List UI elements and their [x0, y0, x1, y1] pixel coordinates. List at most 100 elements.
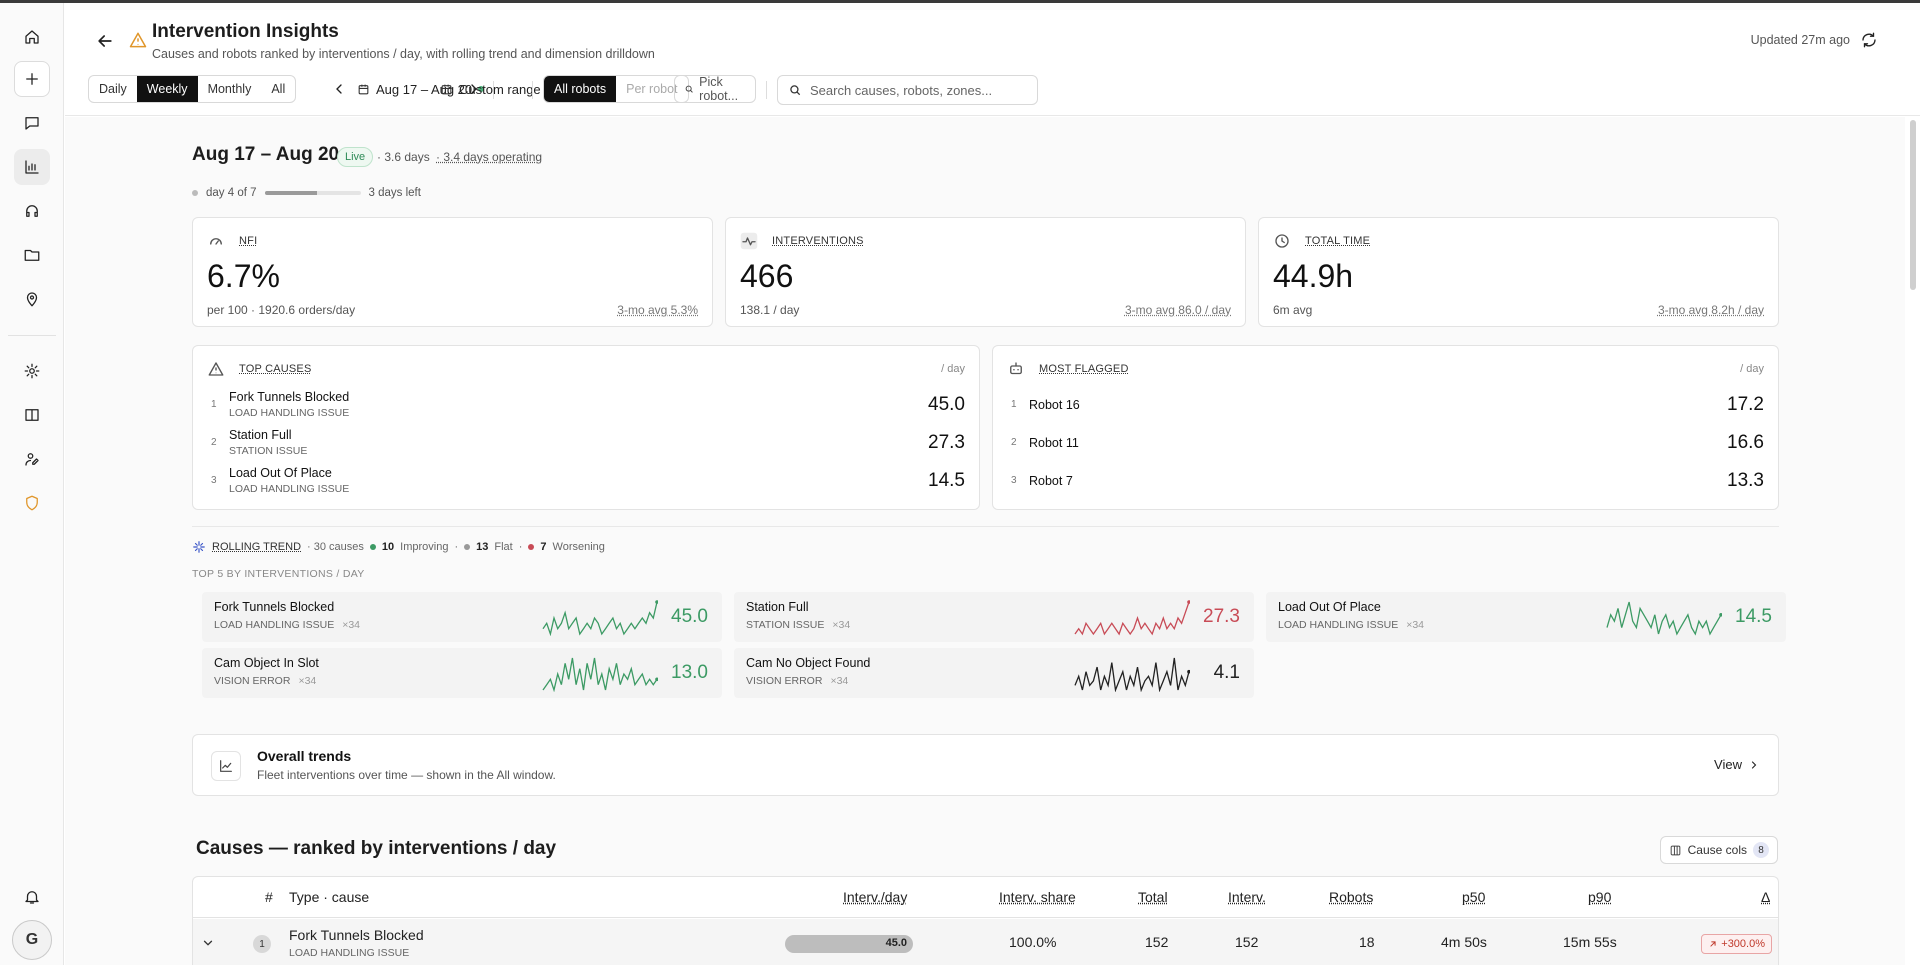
col-delta[interactable]: Δ — [1761, 889, 1770, 905]
list-value: 17.2 — [1727, 394, 1764, 415]
list-value: 14.5 — [928, 470, 965, 491]
insights-icon[interactable] — [14, 149, 50, 185]
trend-value: 27.3 — [1203, 606, 1240, 627]
table-row[interactable]: 1 Fork Tunnels Blocked LOAD HANDLING ISS… — [193, 919, 1778, 965]
range-title: Aug 17 – Aug 20 — [192, 144, 340, 165]
sparkline-line — [1074, 601, 1190, 636]
trend-name: Fork Tunnels Blocked — [214, 600, 335, 614]
col-total[interactable]: Total — [1138, 889, 1168, 905]
trend-count: ×34 — [830, 675, 849, 687]
top-causes-label: TOP CAUSES — [239, 363, 312, 375]
period-weekly[interactable]: Weekly — [136, 76, 198, 102]
pick-robot-label: Pick robot... — [699, 75, 739, 103]
period-selector: Daily Weekly Monthly All — [88, 75, 297, 103]
trend-type-label: VISION ERROR — [746, 675, 823, 687]
list-value: 13.3 — [1727, 470, 1764, 491]
trend-name: Load Out Of Place — [1278, 600, 1381, 614]
col-p50[interactable]: p50 — [1462, 889, 1485, 905]
cause-cols-button[interactable]: Cause cols 8 — [1659, 836, 1778, 864]
trend-type: VISION ERROR ×34 — [214, 675, 316, 687]
col-interv[interactable]: Interv. — [1228, 889, 1266, 905]
pick-robot-button[interactable]: Pick robot... — [674, 75, 756, 103]
row-total: 152 — [1145, 934, 1169, 950]
col-type-cause[interactable]: Type · cause — [289, 889, 369, 905]
search-input[interactable] — [810, 82, 1030, 98]
overall-trends-title: Overall trends — [257, 748, 352, 764]
stat-card-total-time: TOTAL TIME 44.9h 6m avg 3-mo avg 8.2h / … — [1258, 217, 1779, 327]
all-robots-tab[interactable]: All robots — [544, 76, 617, 102]
list-value: 45.0 — [928, 394, 965, 415]
add-icon[interactable] — [14, 61, 50, 97]
col-robots[interactable]: Robots — [1329, 889, 1373, 905]
trend-count: ×34 — [298, 675, 317, 687]
user-pen-icon[interactable] — [14, 441, 50, 477]
causes-table: # Type · cause Interv./day Interv. share… — [192, 876, 1779, 965]
col-p90[interactable]: p90 — [1588, 889, 1611, 905]
period-progress: day 4 of 7 3 days left — [192, 187, 421, 199]
col-interv-day[interactable]: Interv./day — [843, 889, 907, 905]
top-causes-unit: / day — [941, 363, 965, 375]
robot-mode-selector: All robots Per robot — [543, 75, 689, 103]
trend-card[interactable]: Load Out Of Place LOAD HANDLING ISSUE ×34 1… — [1266, 592, 1786, 642]
shield-icon[interactable] — [14, 485, 50, 521]
sparkline — [1074, 600, 1190, 636]
columns-icon — [1670, 845, 1680, 855]
bell-icon[interactable] — [14, 879, 50, 915]
trend-type: LOAD HANDLING ISSUE ×34 — [1278, 619, 1424, 631]
stat-label: INTERVENTIONS — [772, 235, 864, 247]
gear-icon[interactable] — [14, 353, 50, 389]
cause-cols-count: 8 — [1753, 842, 1769, 858]
scrollbar[interactable] — [1910, 120, 1916, 290]
flat-dot — [464, 544, 471, 550]
interv-day-value: 45.0 — [885, 937, 907, 949]
improving-dot — [369, 544, 376, 550]
list-name: Robot 16 — [1029, 398, 1080, 412]
overall-trends-card[interactable]: Overall trends Fleet interventions over … — [192, 734, 1779, 796]
row-rank: 1 — [253, 935, 271, 953]
list-name: Robot 11 — [1029, 436, 1079, 450]
trend-value: 13.0 — [671, 662, 708, 683]
sparkles-icon — [193, 541, 205, 553]
sparkline — [1074, 657, 1190, 692]
worsening-label: Worsening — [552, 541, 605, 553]
chat-icon[interactable] — [14, 105, 50, 141]
trend-type-label: LOAD HANDLING ISSUE — [1278, 619, 1399, 631]
cause-cols-label: Cause cols — [1687, 843, 1747, 857]
warning-icon — [208, 362, 224, 376]
period-daily[interactable]: Daily — [89, 76, 137, 102]
trend-type: VISION ERROR ×34 — [746, 675, 848, 687]
prev-range-icon[interactable] — [331, 81, 347, 97]
home-icon[interactable] — [14, 19, 50, 55]
flat-label: Flat — [494, 541, 513, 553]
location-icon[interactable] — [14, 281, 50, 317]
headset-icon[interactable] — [14, 193, 50, 229]
stat-card-nfi: NFI 6.7% per 100 · 1920.6 orders/day 3-m… — [192, 217, 713, 327]
period-all[interactable]: All — [261, 76, 295, 102]
folder-icon[interactable] — [14, 237, 50, 273]
arrow-up-right-icon — [1710, 941, 1716, 947]
interv-day-bar: 45.0 — [785, 935, 913, 953]
avatar[interactable]: G — [12, 920, 52, 960]
col-interv-share[interactable]: Interv. share — [999, 889, 1076, 905]
period-monthly[interactable]: Monthly — [198, 76, 262, 102]
view-button[interactable]: View — [1714, 757, 1760, 772]
sparkline-line — [1074, 657, 1190, 692]
back-arrow-icon[interactable] — [95, 31, 115, 51]
custom-range-button[interactable]: Custom range — [440, 75, 541, 103]
trend-card[interactable]: Fork Tunnels Blocked LOAD HANDLING ISSUE ×… — [202, 592, 722, 642]
rolling-trend-label[interactable]: ROLLING TREND — [212, 541, 301, 553]
stat-card-interventions: INTERVENTIONS 466 138.1 / day 3-mo avg 8… — [725, 217, 1246, 327]
trend-name: Cam Object In Slot — [214, 656, 319, 670]
refresh-icon[interactable] — [1860, 31, 1878, 49]
trend-card[interactable]: Station Full STATION ISSUE ×34 27.3 — [734, 592, 1254, 642]
trend-card[interactable]: Cam Object In Slot VISION ERROR ×34 13.0 — [202, 648, 722, 698]
book-icon[interactable] — [14, 397, 50, 433]
row-share: 100.0% — [1009, 934, 1057, 950]
chevron-right-icon — [1751, 760, 1757, 769]
trend-card[interactable]: Cam No Object Found VISION ERROR ×34 4.1 — [734, 648, 1254, 698]
list-value: 16.6 — [1727, 432, 1764, 453]
page-subtitle: Causes and robots ranked by intervention… — [152, 47, 655, 61]
chevron-down-icon[interactable] — [201, 936, 215, 950]
days-operating: · 3.4 days operating — [436, 150, 543, 164]
sparkline-endpoint — [1187, 600, 1190, 604]
